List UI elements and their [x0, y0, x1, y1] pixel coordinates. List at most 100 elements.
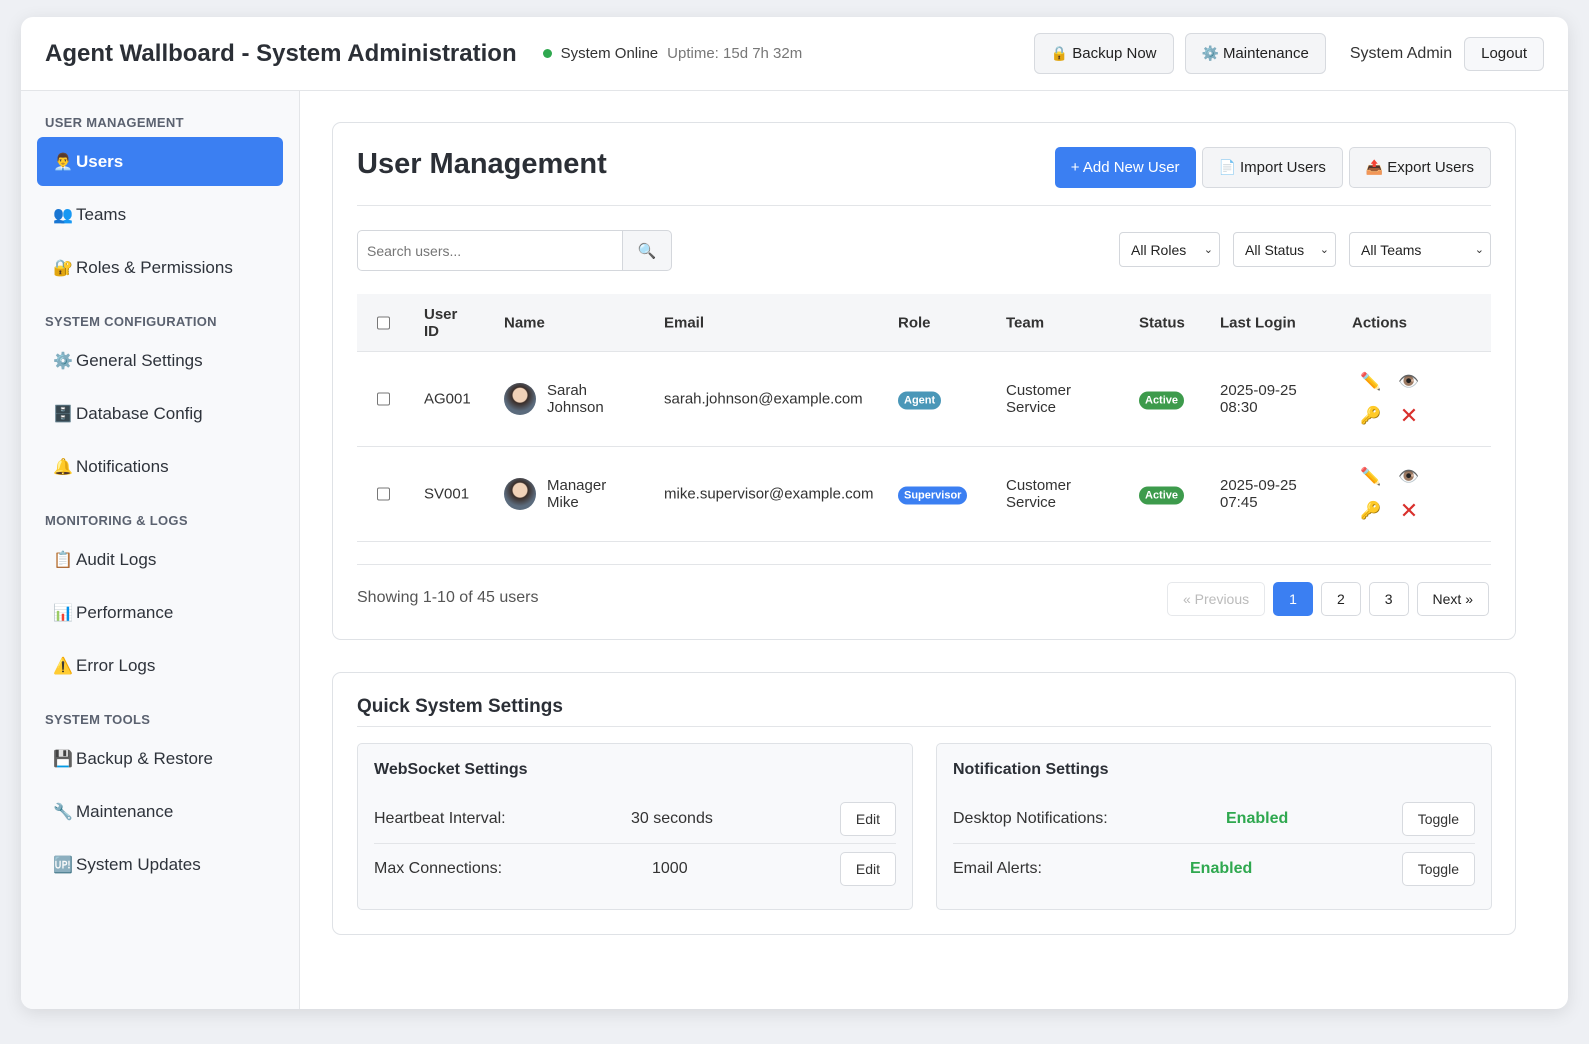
- page-2-button[interactable]: 2: [1320, 582, 1361, 616]
- user-email: mike.supervisor@example.com: [664, 485, 874, 503]
- search-icon: 🔍: [637, 242, 657, 260]
- search-button[interactable]: 🔍: [622, 230, 672, 271]
- status-filter-select[interactable]: All Status ⌄: [1233, 232, 1336, 267]
- select-all-checkbox[interactable]: [377, 316, 390, 329]
- page-3-button[interactable]: 3: [1368, 582, 1409, 616]
- role-filter-select[interactable]: All Roles ⌄: [1119, 232, 1220, 267]
- sidebar-section-title: SYSTEM CONFIGURATION: [45, 314, 217, 329]
- toggle-email-button[interactable]: Toggle: [1401, 852, 1475, 886]
- last-login-time: 08:30: [1220, 399, 1258, 416]
- backup-now-label: Backup Now: [1072, 45, 1157, 62]
- delete-x-icon[interactable]: ✕: [1390, 494, 1428, 528]
- edit-heartbeat-button[interactable]: Edit: [839, 801, 896, 836]
- filters: All Roles ⌄ All Status ⌄ All Teams ⌄: [1106, 232, 1491, 267]
- team-filter-value: All Teams: [1361, 241, 1422, 258]
- card-header: User Management + Add New User 📄 Import …: [357, 123, 1491, 206]
- file-cabinet-icon: 🗄️: [53, 405, 73, 423]
- setting-value: 30 seconds: [631, 809, 713, 827]
- reset-key-icon[interactable]: 🔑: [1352, 399, 1390, 433]
- row-checkbox[interactable]: [377, 487, 390, 501]
- avatar: [504, 383, 536, 415]
- notification-settings-panel: Notification Settings Desktop Notificati…: [936, 743, 1492, 910]
- table-row[interactable]: AG001 Sarah Johnson sarah.johnson@exampl…: [357, 352, 1491, 447]
- next-page-button[interactable]: Next »: [1416, 582, 1489, 616]
- setting-value: Enabled: [1190, 860, 1253, 877]
- reset-key-icon[interactable]: 🔑: [1352, 494, 1390, 528]
- gear-icon: ⚙️: [1201, 45, 1219, 61]
- add-user-button[interactable]: + Add New User: [1054, 147, 1196, 188]
- divider: [357, 564, 1491, 565]
- previous-page-button[interactable]: « Previous: [1166, 582, 1266, 616]
- sidebar-item-general-settings[interactable]: ⚙️ General Settings: [37, 336, 283, 385]
- maintenance-button[interactable]: ⚙️ Maintenance: [1184, 33, 1326, 74]
- uptime-text: Uptime: 15d 7h 32m: [667, 45, 803, 62]
- chevron-down-icon: ⌄: [1203, 244, 1213, 256]
- sidebar-item-label: Users: [76, 151, 124, 171]
- role-filter-value: All Roles: [1131, 241, 1187, 258]
- user-id: AG001: [424, 390, 471, 408]
- avatar: [504, 478, 536, 510]
- edit-pencil-icon[interactable]: ✏️: [1352, 365, 1390, 399]
- delete-x-icon[interactable]: ✕: [1390, 399, 1428, 433]
- lock-icon: 🔒: [1050, 45, 1069, 61]
- sidebar-item-error-logs[interactable]: ⚠️ Error Logs: [37, 641, 283, 690]
- lock-key-icon: 🔐: [53, 259, 73, 277]
- column-header: Actions: [1352, 314, 1408, 331]
- sidebar-section-title: USER MANAGEMENT: [45, 115, 184, 130]
- setting-label: Desktop Notifications:: [953, 809, 1108, 827]
- warning-icon: ⚠️: [53, 657, 73, 675]
- users-table: User ID Name Email Role Team Status Last…: [357, 294, 1491, 542]
- toggle-desktop-button[interactable]: Toggle: [1401, 801, 1475, 836]
- sidebar-item-audit-logs[interactable]: 📋 Audit Logs: [37, 535, 283, 584]
- page-1-button[interactable]: 1: [1273, 582, 1313, 616]
- search-input[interactable]: [357, 230, 622, 271]
- sidebar-item-notifications[interactable]: 🔔 Notifications: [37, 442, 283, 491]
- user-team: Customer Service: [1006, 477, 1072, 511]
- setting-value: 1000: [652, 860, 688, 877]
- edit-pencil-icon[interactable]: ✏️: [1352, 460, 1390, 494]
- sidebar-item-performance[interactable]: 📊 Performance: [37, 588, 283, 637]
- wrench-icon: 🔧: [53, 803, 73, 821]
- view-eye-icon[interactable]: 👁️: [1390, 460, 1428, 494]
- floppy-disk-icon: 💾: [53, 750, 73, 768]
- sidebar-item-teams[interactable]: 👥 Teams: [37, 190, 283, 239]
- export-users-button[interactable]: 📤 Export Users: [1348, 147, 1491, 188]
- logout-button[interactable]: Logout: [1464, 36, 1544, 71]
- edit-max-connections-button[interactable]: Edit: [839, 852, 896, 886]
- sidebar-item-system-updates[interactable]: 🆙 System Updates: [37, 840, 283, 889]
- sidebar-item-backup-restore[interactable]: 💾 Backup & Restore: [37, 734, 283, 783]
- sidebar-item-users[interactable]: 👨‍💼 Users: [37, 137, 283, 186]
- view-eye-icon[interactable]: 👁️: [1390, 365, 1428, 399]
- bell-icon: 🔔: [53, 458, 73, 476]
- results-count: Showing 1-10 of 45 users: [357, 589, 539, 606]
- sidebar-item-database-config[interactable]: 🗄️ Database Config: [37, 389, 283, 438]
- status-badge: Active: [1139, 391, 1185, 410]
- clipboard-icon: 📋: [53, 551, 73, 569]
- sidebar-item-roles[interactable]: 🔐 Roles & Permissions: [37, 243, 283, 292]
- sidebar-item-label: Roles & Permissions: [76, 257, 233, 277]
- sidebar-item-label: Backup & Restore: [76, 748, 214, 768]
- system-status: System Online Uptime: 15d 7h 32m: [542, 45, 803, 62]
- team-filter-select[interactable]: All Teams ⌄: [1349, 232, 1491, 267]
- column-header: Name: [504, 314, 545, 331]
- maintenance-label: Maintenance: [1222, 45, 1309, 62]
- sidebar: USER MANAGEMENT 👨‍💼 Users 👥 Teams 🔐 Role…: [21, 91, 300, 1009]
- sidebar-item-label: Audit Logs: [76, 549, 157, 569]
- column-header: Last Login: [1220, 314, 1296, 331]
- column-header: Role: [898, 314, 931, 331]
- sidebar-section-title: MONITORING & LOGS: [45, 513, 188, 528]
- backup-now-button[interactable]: 🔒 Backup Now: [1033, 33, 1174, 74]
- quick-settings-title: Quick System Settings: [357, 673, 1491, 727]
- import-users-label: Import Users: [1240, 159, 1326, 176]
- sidebar-item-maintenance[interactable]: 🔧 Maintenance: [37, 787, 283, 836]
- row-checkbox[interactable]: [377, 392, 390, 406]
- websocket-settings-panel: WebSocket Settings Heartbeat Interval: 3…: [357, 743, 913, 910]
- bar-chart-icon: 📊: [53, 604, 73, 622]
- table-row[interactable]: SV001 Manager Mike mike.supervisor@examp…: [357, 447, 1491, 542]
- import-users-button[interactable]: 📄 Import Users: [1201, 147, 1343, 188]
- table-header: User ID Name Email Role Team Status Last…: [357, 294, 1491, 352]
- last-login-time: 07:45: [1220, 494, 1258, 511]
- column-header: Status: [1139, 314, 1185, 331]
- sidebar-item-label: System Updates: [76, 854, 201, 874]
- role-badge: Supervisor: [898, 486, 968, 505]
